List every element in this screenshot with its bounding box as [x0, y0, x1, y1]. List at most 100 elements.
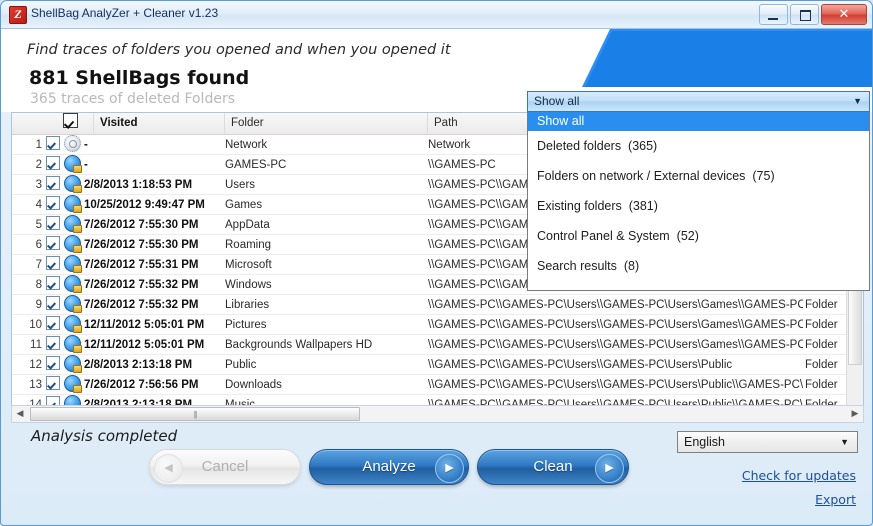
globe-lock-icon	[64, 275, 81, 292]
scroll-left-arrow-icon[interactable]: ◀	[12, 406, 28, 422]
filter-option[interactable]: Show all	[528, 112, 869, 131]
status-text: Analysis completed	[31, 427, 177, 445]
chevron-down-icon[interactable]: ▼	[840, 432, 849, 452]
row-checkbox[interactable]	[46, 255, 62, 274]
chevron-down-icon[interactable]: ▼	[853, 92, 862, 111]
globe-lock-icon	[64, 215, 81, 232]
row-folder: Roaming	[225, 235, 425, 254]
cancel-button-label: Cancel	[202, 458, 249, 475]
select-all-checkbox[interactable]	[63, 113, 78, 128]
maximize-button[interactable]	[790, 4, 819, 25]
row-folder: Games	[225, 195, 425, 214]
scroll-right-arrow-icon[interactable]: ▶	[847, 406, 863, 422]
table-row[interactable]: 137/26/2012 7:56:56 PMDownloads\\GAMES-P…	[12, 375, 863, 395]
filter-option[interactable]: Control Panel & System (52)	[528, 221, 869, 251]
export-link[interactable]: Export	[815, 492, 856, 507]
checkbox-icon[interactable]	[46, 356, 60, 370]
checkbox-icon[interactable]	[46, 376, 60, 390]
grid-horizontal-scrollbar[interactable]: ◀ ▶	[11, 405, 864, 423]
table-row[interactable]: 1012/11/2012 5:05:01 PMPictures\\GAMES-P…	[12, 315, 863, 335]
row-icon-cell	[64, 235, 84, 254]
row-icon-cell	[64, 195, 84, 214]
clean-button[interactable]: Clean ▶	[477, 449, 629, 485]
row-icon-cell	[64, 335, 84, 354]
row-icon-cell	[64, 255, 84, 274]
column-header-selectall[interactable]	[48, 113, 94, 134]
close-button[interactable]: ✕	[821, 4, 867, 25]
row-checkbox[interactable]	[46, 175, 62, 194]
filter-option[interactable]: Existing folders (381)	[528, 191, 869, 221]
filter-selected-value: Show all	[534, 92, 579, 111]
checkbox-icon[interactable]	[46, 156, 60, 170]
globe-lock-icon	[64, 255, 81, 272]
checkbox-icon[interactable]	[46, 316, 60, 330]
filter-option[interactable]: Search results (8)	[528, 251, 869, 281]
check-updates-link[interactable]: Check for updates	[742, 468, 856, 483]
row-index: 9	[12, 295, 42, 314]
cancel-button[interactable]: ◀ Cancel	[149, 449, 301, 485]
row-checkbox[interactable]	[46, 275, 62, 294]
row-icon-cell	[64, 375, 84, 394]
row-checkbox[interactable]	[46, 335, 62, 354]
row-checkbox[interactable]	[46, 235, 62, 254]
filter-option-label: Control Panel & System	[537, 229, 670, 243]
column-header-index	[12, 113, 48, 134]
row-checkbox[interactable]	[46, 195, 62, 214]
globe-lock-icon	[64, 355, 81, 372]
row-path: \\GAMES-PC\\GAMES-PC\Users\\GAMES-PC\Use…	[428, 295, 803, 314]
language-selected-value: English	[684, 432, 725, 452]
column-header-folder[interactable]: Folder	[225, 113, 428, 134]
row-index: 13	[12, 375, 42, 394]
globe-lock-icon	[64, 195, 81, 212]
row-folder: Public	[225, 355, 425, 374]
clean-button-label: Clean	[533, 458, 572, 475]
checkbox-icon[interactable]	[46, 276, 60, 290]
row-visited: 7/26/2012 7:56:56 PM	[84, 375, 224, 394]
filter-option[interactable]: Folders on network / External devices (7…	[528, 161, 869, 191]
banner-decoration-highlight	[584, 31, 872, 87]
checkbox-icon[interactable]	[46, 236, 60, 250]
row-folder: Libraries	[225, 295, 425, 314]
row-visited: 12/11/2012 5:05:01 PM	[84, 335, 224, 354]
maximize-icon	[800, 10, 811, 21]
row-checkbox[interactable]	[46, 155, 62, 174]
checkbox-icon[interactable]	[46, 336, 60, 350]
column-header-visited[interactable]: Visited	[94, 113, 225, 134]
deleted-traces-count: 365 traces of deleted Folders	[30, 91, 235, 107]
table-row[interactable]: 97/26/2012 7:55:32 PMLibraries\\GAMES-PC…	[12, 295, 863, 315]
globe-lock-icon	[64, 155, 81, 172]
checkbox-icon[interactable]	[46, 136, 60, 150]
checkbox-icon[interactable]	[46, 176, 60, 190]
row-checkbox[interactable]	[46, 215, 62, 234]
filter-dropdown[interactable]: Show all ▼	[527, 91, 870, 112]
row-checkbox[interactable]	[46, 295, 62, 314]
row-checkbox[interactable]	[46, 315, 62, 334]
row-visited: 10/25/2012 9:49:47 PM	[84, 195, 224, 214]
filter-option-count: (365)	[628, 139, 657, 153]
language-dropdown[interactable]: English ▼	[677, 431, 858, 453]
checkbox-icon[interactable]	[46, 256, 60, 270]
row-index: 4	[12, 195, 42, 214]
checkbox-icon[interactable]	[46, 296, 60, 310]
row-checkbox[interactable]	[46, 135, 62, 154]
checkbox-icon[interactable]	[46, 196, 60, 210]
filter-option-label: Folders on network / External devices	[537, 169, 745, 183]
row-folder: Downloads	[225, 375, 425, 394]
table-row[interactable]: 122/8/2013 2:13:18 PMPublic\\GAMES-PC\\G…	[12, 355, 863, 375]
table-row[interactable]: 1112/11/2012 5:05:01 PMBackgrounds Wallp…	[12, 335, 863, 355]
row-checkbox[interactable]	[46, 355, 62, 374]
tagline-text: Find traces of folders you opened and wh…	[27, 42, 451, 58]
filter-option[interactable]: Deleted folders (365)	[528, 131, 869, 161]
row-index: 2	[12, 155, 42, 174]
minimize-button[interactable]	[759, 4, 788, 25]
row-folder: AppData	[225, 215, 425, 234]
row-index: 1	[12, 135, 42, 154]
analyze-button[interactable]: Analyze ▶	[309, 449, 469, 485]
row-folder: Backgrounds Wallpapers HD	[225, 335, 425, 354]
row-visited: 7/26/2012 7:55:32 PM	[84, 275, 224, 294]
filter-dropdown-list[interactable]: Show allDeleted folders (365)Folders on …	[527, 112, 870, 291]
row-checkbox[interactable]	[46, 375, 62, 394]
globe-lock-icon	[64, 375, 81, 392]
checkbox-icon[interactable]	[46, 216, 60, 230]
horizontal-scroll-thumb[interactable]	[30, 407, 360, 421]
